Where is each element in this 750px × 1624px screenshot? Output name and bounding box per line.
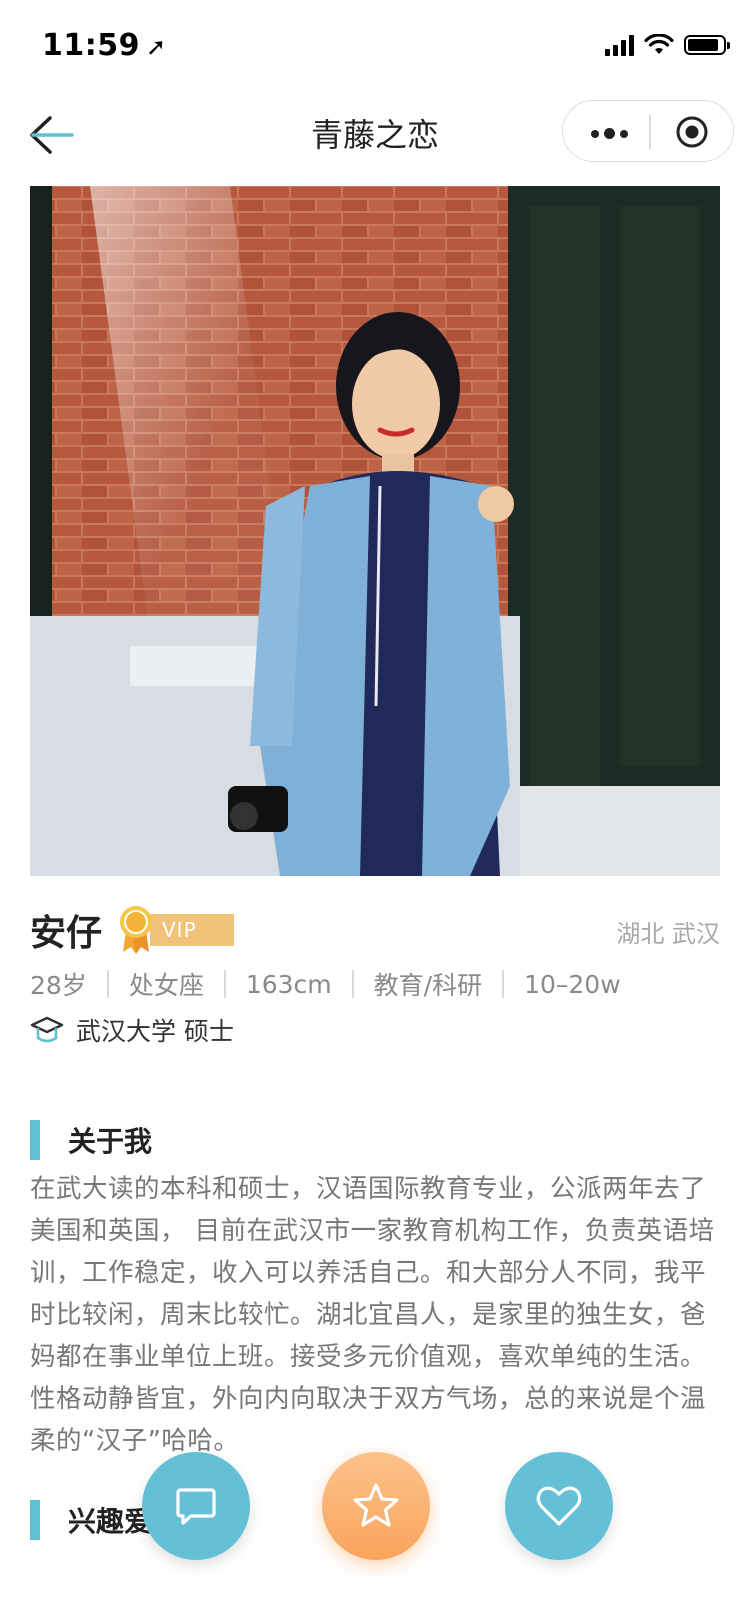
profile-age: 28岁 bbox=[30, 971, 87, 1000]
more-dots-icon[interactable] bbox=[591, 128, 628, 139]
profile-info-row: 28岁 处女座 163cm 教育/科研 10–20w bbox=[30, 966, 621, 1002]
info-divider bbox=[223, 970, 226, 998]
hobby-title-text: 兴趣爱 bbox=[68, 1505, 153, 1538]
capsule-divider bbox=[649, 115, 651, 149]
profile-zodiac: 处女座 bbox=[128, 971, 204, 1000]
profile-income: 10–20w bbox=[524, 969, 621, 999]
status-time-text: 11:59 bbox=[42, 28, 140, 63]
info-divider bbox=[106, 970, 109, 998]
profile-location: 湖北 武汉 bbox=[616, 920, 720, 948]
vip-badge: VIP bbox=[150, 914, 234, 946]
profile-industry: 教育/科研 bbox=[373, 971, 483, 1000]
status-icons bbox=[605, 34, 730, 56]
location-arrow-icon: ➚ bbox=[146, 33, 167, 61]
status-time: 11:59 ➚ bbox=[42, 28, 167, 63]
about-title-text: 关于我 bbox=[68, 1125, 153, 1158]
heart-icon bbox=[536, 1486, 582, 1526]
profile-education: 武汉大学 硕士 bbox=[76, 1017, 234, 1046]
profile-name-row: 安仔 VIP 湖北 武汉 bbox=[30, 904, 720, 960]
hobby-section-title: 兴趣爱 bbox=[30, 1500, 152, 1540]
info-divider bbox=[351, 970, 354, 998]
battery-icon bbox=[684, 35, 730, 55]
profile-name: 安仔 bbox=[30, 913, 103, 954]
section-accent-bar bbox=[30, 1120, 40, 1160]
profile-photo[interactable] bbox=[30, 186, 720, 876]
status-bar: 11:59 ➚ bbox=[0, 0, 750, 92]
favorite-button[interactable] bbox=[322, 1452, 430, 1560]
wifi-icon bbox=[644, 34, 674, 54]
chat-button[interactable] bbox=[142, 1452, 250, 1560]
about-section-title: 关于我 bbox=[30, 1120, 152, 1160]
profile-height: 163cm bbox=[245, 969, 332, 999]
star-icon bbox=[353, 1483, 399, 1527]
info-divider bbox=[502, 970, 505, 998]
graduation-cap-icon bbox=[30, 1016, 64, 1043]
profile-education-row: 武汉大学 硕士 bbox=[30, 1012, 234, 1048]
mini-program-capsule bbox=[562, 100, 734, 162]
like-button[interactable] bbox=[505, 1452, 613, 1560]
close-target-icon[interactable] bbox=[675, 115, 709, 149]
cellular-signal-icon bbox=[605, 34, 634, 56]
chat-bubble-icon bbox=[176, 1488, 216, 1525]
nav-bar: 青藤之恋 bbox=[0, 92, 750, 180]
section-accent-bar bbox=[30, 1500, 40, 1540]
about-text: 在武大读的本科和硕士，汉语国际教育专业，公派两年去了美国和英国， 目前在武汉市一… bbox=[30, 1174, 715, 1456]
medal-icon bbox=[120, 906, 152, 954]
